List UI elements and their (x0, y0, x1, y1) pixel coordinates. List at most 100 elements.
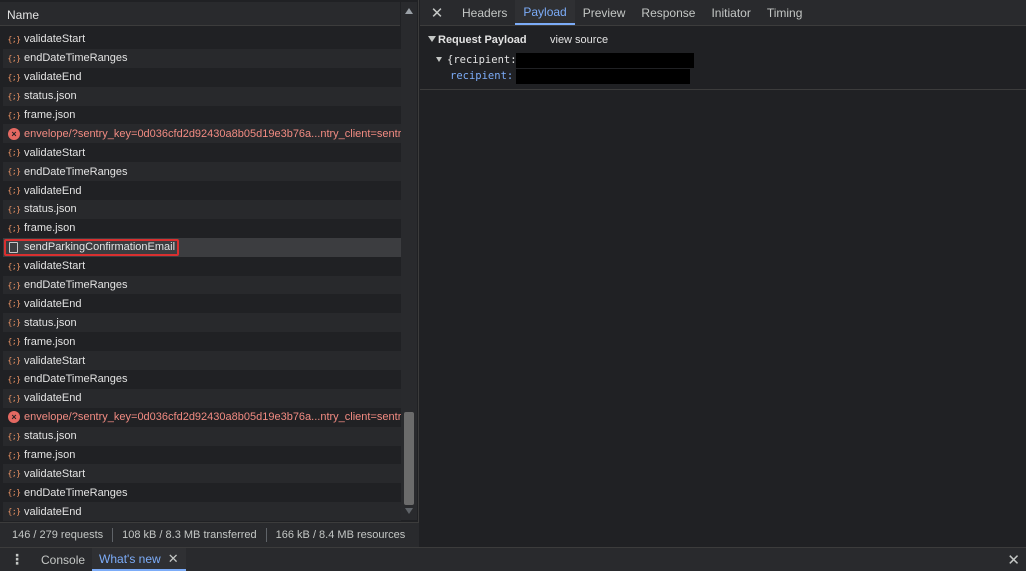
tab-preview[interactable]: Preview (575, 0, 634, 25)
json-file-icon: {;} (7, 261, 21, 271)
resources-size: 166 kB / 8.4 MB resources (275, 529, 406, 541)
request-row[interactable]: {;} status.json (3, 86, 401, 106)
close-details-icon[interactable]: ✕ (420, 0, 454, 25)
json-file-icon: {;} (7, 337, 21, 347)
request-row[interactable]: {;} validateEnd (3, 68, 401, 87)
view-source-link[interactable]: view source (550, 34, 608, 46)
json-file-icon: {;} (7, 507, 21, 517)
request-row[interactable]: {;} validateEnd (3, 388, 401, 408)
request-row[interactable]: {;} status.json (3, 200, 401, 219)
tab-initiator[interactable]: Initiator (703, 0, 758, 25)
json-file-icon: {;} (7, 148, 21, 158)
network-status-bar: 146 / 279 requests 108 kB / 8.3 MB trans… (0, 522, 419, 547)
payload-root-node[interactable]: {recipient: (436, 54, 517, 66)
request-name: validateEnd (24, 71, 82, 84)
request-name: frame.json (24, 222, 76, 235)
network-request-list: Name {;} validateStart {;} endDateTimeRange… (0, 0, 419, 547)
expand-triangle-icon (428, 36, 436, 42)
request-name: validateEnd (24, 297, 82, 310)
request-row[interactable]: {;} validateStart (3, 30, 401, 49)
error-icon: × (8, 127, 20, 140)
request-row[interactable]: × envelope/?sentry_key=0d036cfd2d92430a8b… (3, 408, 401, 427)
tab-timing[interactable]: Timing (759, 0, 811, 25)
json-file-icon: {;} (7, 318, 21, 328)
scroll-up-arrow-icon[interactable] (405, 8, 413, 14)
json-file-icon: {;} (7, 204, 21, 214)
request-rows: {;} validateStart {;} endDateTimeRanges {;} v… (3, 30, 401, 522)
json-file-icon: {;} (7, 450, 21, 460)
request-row[interactable]: {;} frame.json (3, 106, 401, 125)
request-name: validateEnd (24, 184, 82, 197)
expand-triangle-icon (436, 57, 442, 62)
details-tab-bar: ✕ Headers Payload Preview Response Initi… (420, 0, 1026, 26)
tab-whats-new[interactable]: What's new ✕ (92, 548, 186, 571)
status-divider (265, 528, 267, 542)
json-file-icon: {;} (7, 469, 21, 479)
payload-recipient-key: recipient: (450, 70, 514, 82)
close-tab-icon[interactable]: ✕ (168, 551, 179, 567)
request-name: validateStart (24, 146, 86, 159)
request-list-scrollbar[interactable] (401, 2, 417, 520)
request-row[interactable]: {;} validateStart (3, 257, 401, 276)
tab-headers[interactable]: Headers (454, 0, 515, 25)
json-file-icon: {;} (7, 488, 21, 498)
name-column-label: Name (7, 8, 40, 22)
json-file-icon: {;} (7, 431, 21, 441)
json-file-icon: {;} (7, 34, 21, 44)
request-details-panel: ✕ Headers Payload Preview Response Initi… (420, 0, 1026, 547)
selected-request-row[interactable]: sendParkingConfirmationEmail (3, 237, 401, 257)
request-row[interactable]: {;} validateEnd (3, 181, 401, 200)
json-file-icon: {;} (7, 186, 21, 196)
json-file-icon: {;} (7, 374, 21, 384)
request-row[interactable]: {;} status.json (3, 426, 401, 446)
request-row[interactable]: {;} frame.json (3, 332, 401, 351)
request-row[interactable]: {;} validateEnd (3, 294, 401, 313)
request-row[interactable]: {;} endDateTimeRanges (3, 162, 401, 182)
scroll-thumb[interactable] (404, 412, 414, 505)
request-row[interactable]: {;} endDateTimeRanges (3, 275, 401, 295)
request-row[interactable]: × envelope/?sentry_key=0d036cfd2d92430a8b… (3, 124, 401, 144)
json-file-icon: {;} (7, 91, 21, 101)
request-row[interactable]: {;} validateEnd (3, 502, 401, 522)
request-name: endDateTimeRanges (24, 486, 128, 499)
request-name: endDateTimeRanges (24, 373, 128, 386)
json-file-icon: {;} (7, 167, 21, 177)
highlight-annotation-box (4, 238, 179, 256)
json-file-icon: {;} (7, 110, 21, 120)
name-column-header[interactable]: Name (0, 2, 400, 26)
close-drawer-icon[interactable]: ✕ (1007, 551, 1020, 569)
request-name: frame.json (24, 109, 76, 121)
request-row[interactable]: {;} endDateTimeRanges (3, 370, 401, 389)
request-row[interactable]: {;} frame.json (3, 446, 401, 465)
request-name: validateStart (24, 33, 86, 46)
request-payload-title: Request Payload (438, 34, 527, 46)
request-name: validateEnd (24, 392, 82, 405)
tab-payload[interactable]: Payload (515, 0, 575, 25)
transferred-size: 108 kB / 8.3 MB transferred (122, 529, 257, 541)
redacted-value (516, 69, 690, 84)
json-file-icon: {;} (7, 356, 21, 366)
request-name: frame.json (24, 335, 76, 348)
request-name: endDateTimeRanges (24, 279, 128, 292)
status-divider (112, 528, 114, 542)
request-name: validateStart (24, 260, 86, 273)
request-row[interactable]: {;} validateStart (3, 143, 401, 162)
tab-console[interactable]: Console (34, 548, 92, 571)
request-row[interactable]: {;} endDateTimeRanges (3, 48, 401, 68)
drawer-menu-icon[interactable]: ⋮ (0, 548, 34, 571)
json-file-icon: {;} (7, 280, 21, 290)
request-row[interactable]: {;} endDateTimeRanges (3, 483, 401, 502)
json-file-icon: {;} (7, 299, 21, 309)
requests-count: 146 / 279 requests (12, 529, 104, 541)
payload-root-text: {recipient: (447, 54, 517, 66)
request-payload-toggle[interactable]: Request Payload (428, 34, 527, 46)
bottom-drawer: ⋮ Console What's new ✕ ✕ (0, 547, 1026, 571)
request-name: envelope/?sentry_key=0d036cfd2d92430a8b0… (24, 127, 401, 140)
tab-response[interactable]: Response (633, 0, 703, 25)
request-row[interactable]: {;} validateStart (3, 464, 401, 484)
request-row[interactable]: {;} status.json (3, 313, 401, 333)
request-row[interactable]: {;} validateStart (3, 351, 401, 371)
json-file-icon: {;} (7, 53, 21, 63)
scroll-down-arrow-icon[interactable] (405, 508, 413, 514)
request-row[interactable]: {;} frame.json (3, 219, 401, 238)
